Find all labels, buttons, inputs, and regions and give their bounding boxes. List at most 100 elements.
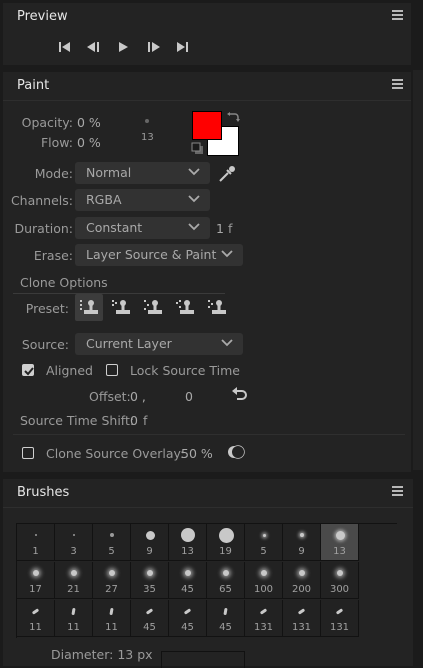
duration-frames-value[interactable]: 1 <box>216 221 224 236</box>
eyedropper-icon[interactable] <box>217 164 237 184</box>
brush-tip-icon <box>181 528 195 542</box>
panel-menu-icon[interactable] <box>391 485 405 499</box>
brushes-panel-header: Brushes <box>3 479 411 507</box>
brush-preset[interactable]: 27 <box>93 562 131 599</box>
brush-size-label: 5 <box>108 546 115 557</box>
panel-menu-icon[interactable] <box>391 9 405 23</box>
header-divider <box>3 100 411 101</box>
brush-preset[interactable]: 45 <box>169 562 207 599</box>
brush-preset[interactable]: 131 <box>321 600 359 637</box>
brush-preset[interactable]: 21 <box>55 562 93 599</box>
clone-preset-1-button[interactable] <box>75 294 103 321</box>
brush-tip-preview[interactable]: 13 <box>137 112 159 148</box>
brush-preset[interactable]: 131 <box>245 600 283 637</box>
header-divider <box>3 507 413 508</box>
lock-source-time-checkbox[interactable] <box>106 364 118 376</box>
brush-tip-icon <box>297 608 306 615</box>
foreground-color-swatch[interactable] <box>192 111 222 140</box>
first-frame-icon[interactable] <box>57 40 73 54</box>
panel-menu-icon[interactable] <box>391 78 405 92</box>
source-label: Source: <box>21 337 69 352</box>
brush-preview-box <box>161 651 245 668</box>
paint-panel: Paint Opacity: 0 % Flow: 0 % 13 Mode: No… <box>3 72 411 472</box>
clone-stamp-icon <box>80 300 98 314</box>
mode-dropdown[interactable]: Normal <box>75 162 210 184</box>
brush-preset[interactable]: 3 <box>55 524 93 561</box>
chevron-down-icon <box>221 339 233 347</box>
brush-size-label: 131 <box>291 622 312 633</box>
brush-preset[interactable]: 5 <box>245 524 283 561</box>
brush-preset[interactable]: 35 <box>131 562 169 599</box>
brush-tip-icon <box>185 570 191 576</box>
swap-colors-icon[interactable] <box>226 110 240 124</box>
difference-mode-icon[interactable] <box>227 443 245 461</box>
brush-preset[interactable]: 45 <box>207 600 245 637</box>
erase-label: Erase: <box>33 248 73 263</box>
brush-size-label: 11 <box>67 622 80 633</box>
scrollbar-thumb[interactable] <box>413 70 423 470</box>
brush-preset[interactable]: 1 <box>17 524 55 561</box>
default-colors-icon[interactable] <box>191 142 205 156</box>
aligned-label[interactable]: Aligned <box>46 363 93 378</box>
clone-preset-4-button[interactable] <box>171 294 199 321</box>
brush-size-label: 9 <box>146 546 153 557</box>
brush-preset[interactable]: 45 <box>131 600 169 637</box>
brush-size-label: 13 <box>333 546 346 557</box>
brush-size-label: 9 <box>298 546 305 557</box>
preset-label: Preset: <box>25 301 69 316</box>
source-time-shift-value[interactable]: 0 <box>130 413 138 428</box>
scrollbar-track[interactable] <box>413 66 423 476</box>
chevron-down-icon <box>221 250 233 258</box>
brush-size-label: 65 <box>219 584 232 595</box>
clone-source-overlay-checkbox[interactable] <box>22 447 34 459</box>
brush-preset[interactable]: 11 <box>93 600 131 637</box>
clone-source-overlay-value[interactable]: 50 % <box>181 446 213 461</box>
clone-preset-2-button[interactable] <box>107 294 135 321</box>
brush-preset[interactable]: 131 <box>283 600 321 637</box>
opacity-value[interactable]: 0 % <box>77 115 101 130</box>
flow-value[interactable]: 0 % <box>77 135 101 150</box>
brush-preset[interactable]: 100 <box>245 562 283 599</box>
duration-dropdown[interactable]: Constant <box>75 217 210 239</box>
play-icon[interactable] <box>116 40 130 54</box>
brush-preset[interactable]: 200 <box>283 562 321 599</box>
source-dropdown[interactable]: Current Layer <box>75 333 243 355</box>
last-frame-icon[interactable] <box>174 40 190 54</box>
clone-preset-3-button[interactable] <box>139 294 167 321</box>
previous-frame-icon[interactable] <box>86 40 102 54</box>
brush-size-label: 300 <box>329 584 350 595</box>
source-value: Current Layer <box>86 336 172 351</box>
brush-preset[interactable]: 9 <box>131 524 169 561</box>
aligned-checkbox[interactable] <box>22 364 34 376</box>
brush-preset[interactable]: 19 <box>207 524 245 561</box>
brush-size-label: 45 <box>181 584 194 595</box>
next-frame-icon[interactable] <box>145 40 161 54</box>
flow-label: Flow: <box>40 135 73 150</box>
mode-label: Mode: <box>34 166 73 181</box>
brush-preset[interactable]: 65 <box>207 562 245 599</box>
brush-size-label: 131 <box>329 622 350 633</box>
brush-size-label: 45 <box>143 622 156 633</box>
channels-dropdown[interactable]: RGBA <box>75 189 210 211</box>
lock-source-time-label[interactable]: Lock Source Time <box>130 363 240 378</box>
offset-x-value[interactable]: 0 , <box>130 389 146 404</box>
brushes-panel: Brushes 1 3 5 9 13 19 5 9 13 17 21 27 35 45 65 100 200 30… <box>3 479 413 668</box>
brush-tip-icon <box>223 570 229 576</box>
brush-preset[interactable]: 17 <box>17 562 55 599</box>
brush-size-label: 13 <box>181 546 194 557</box>
brush-preset[interactable]: 45 <box>169 600 207 637</box>
brush-preset[interactable]: 11 <box>55 600 93 637</box>
brush-preset[interactable]: 300 <box>321 562 359 599</box>
brush-preset[interactable]: 13 <box>169 524 207 561</box>
erase-value: Layer Source & Paint <box>86 247 217 262</box>
erase-dropdown[interactable]: Layer Source & Paint <box>75 244 243 266</box>
brush-preset[interactable]: 13 <box>321 524 359 561</box>
brush-preset[interactable]: 9 <box>283 524 321 561</box>
reset-offset-icon[interactable] <box>231 387 249 403</box>
brush-preset[interactable]: 11 <box>17 600 55 637</box>
brush-preset[interactable]: 5 <box>93 524 131 561</box>
brush-size-label: 131 <box>253 622 274 633</box>
offset-y-value[interactable]: 0 <box>185 389 193 404</box>
clone-preset-5-button[interactable] <box>203 294 231 321</box>
clone-source-overlay-label[interactable]: Clone Source Overlay: <box>46 446 184 461</box>
